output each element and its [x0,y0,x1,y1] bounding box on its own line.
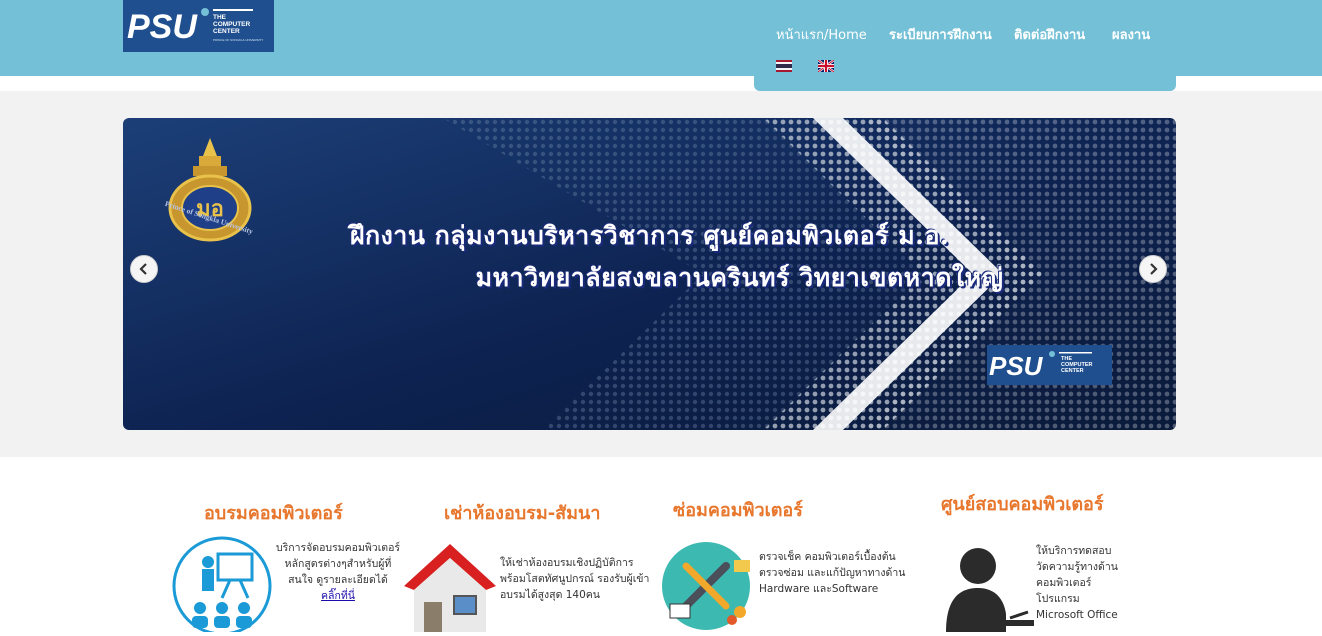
main-nav: หน้าแรก/Home ระเบียบการฝึกงาน ติดต่อฝึกง… [754,24,1176,44]
slider-next-button[interactable] [1139,255,1167,283]
nav-home[interactable]: หน้าแรก/Home [776,24,867,45]
site-header: PSU THE COMPUTER CENTER PRINCE OF SONGKL… [0,0,1322,91]
banner-logo-mark: PSU [989,351,1092,381]
chevron-right-icon [1150,263,1158,275]
logo-subtitle: PRINCE OF SONGKLA UNIVERSITY [213,38,264,42]
slider-prev-button[interactable] [130,255,158,283]
house-icon [404,544,496,632]
service-title-room-rental[interactable]: เช่าห้องอบรม-สัมนา [444,498,600,527]
repair-tools-icon [662,542,750,630]
chevron-left-icon [139,263,147,275]
service-title-training[interactable]: อบรมคอมพิวเตอร์ [204,498,343,527]
service-title-exam-center[interactable]: ศูนย์สอบคอมพิวเตอร์ [941,489,1104,518]
banner-psu-logo: PSU THE COMPUTER CENTER [987,345,1112,385]
banner-logo-text: THE COMPUTER CENTER [1061,356,1093,374]
psu-logo-mark: PSU [127,8,253,46]
banner-slide: มอ Prince of Songkla University ฝึกงาน ก… [123,118,1176,430]
nav-internship-rules[interactable]: ระเบียบการฝึกงาน [889,24,992,45]
nav-panel: หน้าแรก/Home ระเบียบการฝึกงาน ติดต่อฝึกง… [754,0,1176,91]
service-desc-training: บริการจัดอบรมคอมพิวเตอร์ หลักสูตรต่างๆสำ… [275,542,401,602]
svg-text:PSU: PSU [989,351,1044,381]
svg-text:PSU: PSU [127,8,198,46]
psu-computer-center-logo[interactable]: PSU THE COMPUTER CENTER PRINCE OF SONGKL… [123,0,274,52]
nav-portfolio[interactable]: ผลงาน [1112,24,1150,45]
training-presentation-icon [172,536,272,632]
uk-flag-icon[interactable] [818,60,834,72]
thai-flag-icon[interactable] [776,60,792,72]
nav-internship-contact[interactable]: ติดต่อฝึกงาน [1014,24,1085,45]
click-here-link[interactable]: คลิ๊กที่นี่ [321,590,355,602]
service-title-repair[interactable]: ซ่อมคอมพิวเตอร์ [673,495,803,524]
exam-person-icon [946,548,1034,632]
service-desc-exam-center: ให้บริการทดสอบ วัดความรู้ทางด้าน คอมพิวเ… [1036,545,1118,621]
banner-title-line1: ฝึกงาน กลุ่มงานบริหารวิชาการ ศูนย์คอมพิว… [349,221,950,250]
banner-title-line2: มหาวิทยาลัยสงขลานครินทร์ วิทยาเขตหาดใหญ่ [475,263,1004,292]
service-desc-repair: ตรวจเช็ค คอมพิวเตอร์เบื้องต้น ตรวจซ่อม แ… [759,551,906,595]
logo-text: THE COMPUTER CENTER [213,14,251,35]
service-desc-room-rental: ให้เช่าห้องอบรมเชิงปฏิบัติการ พร้อมโสตทั… [500,557,650,601]
